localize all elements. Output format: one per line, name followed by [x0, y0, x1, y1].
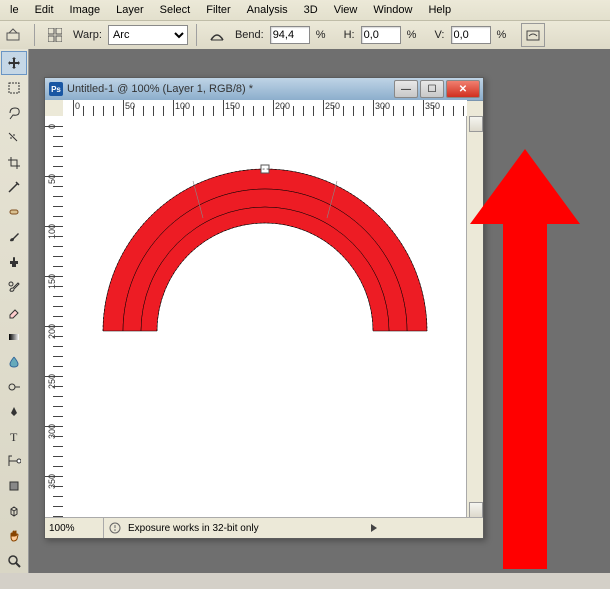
orientation-toggle[interactable]	[205, 23, 229, 47]
menu-analysis[interactable]: Analysis	[239, 1, 296, 19]
history-brush-tool[interactable]	[1, 275, 27, 299]
canvas[interactable]	[63, 116, 467, 518]
stamp-tool[interactable]	[1, 250, 27, 274]
status-play-icon[interactable]	[371, 524, 377, 532]
h-input[interactable]	[361, 26, 401, 44]
options-bar: Warp: Arc Bend: % H: % V: %	[0, 21, 610, 50]
ruler-corner	[45, 100, 64, 117]
menu-filter[interactable]: Filter	[198, 1, 238, 19]
canvas-content	[63, 116, 467, 518]
eyedropper-tool[interactable]	[1, 176, 27, 200]
path-tool[interactable]	[1, 450, 27, 474]
status-bar: 100% Exposure works in 32-bit only	[45, 517, 483, 538]
blur-tool[interactable]	[1, 350, 27, 374]
v-input[interactable]	[451, 26, 491, 44]
workspace: T Ps Untitled-1 @ 100% (Layer 1, RGB/8) …	[0, 49, 610, 573]
heal-tool[interactable]	[1, 200, 27, 224]
pct-label-2: %	[407, 29, 417, 41]
ps-icon: Ps	[49, 82, 63, 96]
menu-layer[interactable]: Layer	[108, 1, 152, 19]
bend-input[interactable]	[270, 26, 310, 44]
pct-label-3: %	[497, 29, 507, 41]
zoom-level[interactable]: 100%	[45, 518, 104, 538]
warp-select[interactable]: Arc	[108, 25, 188, 45]
zoom-tool[interactable]	[1, 549, 27, 573]
move-tool[interactable]	[1, 51, 27, 75]
minimize-button[interactable]: —	[394, 80, 418, 98]
grid-icon[interactable]	[43, 23, 67, 47]
doc-title: Untitled-1 @ 100% (Layer 1, RGB/8) *	[67, 83, 390, 95]
v-label: V:	[435, 29, 445, 41]
3d-tool[interactable]	[1, 499, 27, 523]
menu-image[interactable]: Image	[62, 1, 109, 19]
lasso-tool[interactable]	[1, 101, 27, 125]
dodge-tool[interactable]	[1, 375, 27, 399]
document-window: Ps Untitled-1 @ 100% (Layer 1, RGB/8) * …	[44, 77, 484, 539]
type-tool[interactable]: T	[1, 425, 27, 449]
svg-text:T: T	[10, 430, 18, 444]
wand-tool[interactable]	[1, 126, 27, 150]
pen-tool[interactable]	[1, 400, 27, 424]
scrollbar-vertical[interactable]	[466, 116, 483, 518]
toolbox: T	[0, 49, 29, 573]
doc-info-icon[interactable]	[108, 521, 122, 535]
tool-preset-picker[interactable]	[2, 23, 26, 47]
pct-label-1: %	[316, 29, 326, 41]
brush-tool[interactable]	[1, 225, 27, 249]
ruler-horizontal[interactable]: 050100150200250300350	[63, 100, 467, 117]
status-message: Exposure works in 32-bit only	[122, 523, 365, 534]
menu-edit[interactable]: Edit	[27, 1, 62, 19]
commit-warp-icon[interactable]	[521, 23, 545, 47]
menu-view[interactable]: View	[326, 1, 366, 19]
menu-bar: leEditImageLayerSelectFilterAnalysis3DVi…	[0, 0, 610, 21]
menu-window[interactable]: Window	[365, 1, 420, 19]
gradient-tool[interactable]	[1, 325, 27, 349]
crop-tool[interactable]	[1, 151, 27, 175]
titlebar[interactable]: Ps Untitled-1 @ 100% (Layer 1, RGB/8) * …	[45, 78, 483, 101]
eraser-tool[interactable]	[1, 300, 27, 324]
maximize-button[interactable]: ☐	[420, 80, 444, 98]
ruler-vertical[interactable]: 050100150200250300350400	[45, 116, 64, 518]
bend-label: Bend:	[235, 29, 264, 41]
marquee-tool[interactable]	[1, 76, 27, 100]
hand-tool[interactable]	[1, 524, 27, 548]
menu-3d[interactable]: 3D	[296, 1, 326, 19]
close-button[interactable]: ✕	[446, 80, 480, 98]
menu-help[interactable]: Help	[420, 1, 459, 19]
warp-label: Warp:	[73, 29, 102, 41]
h-label: H:	[344, 29, 355, 41]
menu-select[interactable]: Select	[152, 1, 199, 19]
shape-tool[interactable]	[1, 474, 27, 498]
menu-le[interactable]: le	[2, 1, 27, 19]
